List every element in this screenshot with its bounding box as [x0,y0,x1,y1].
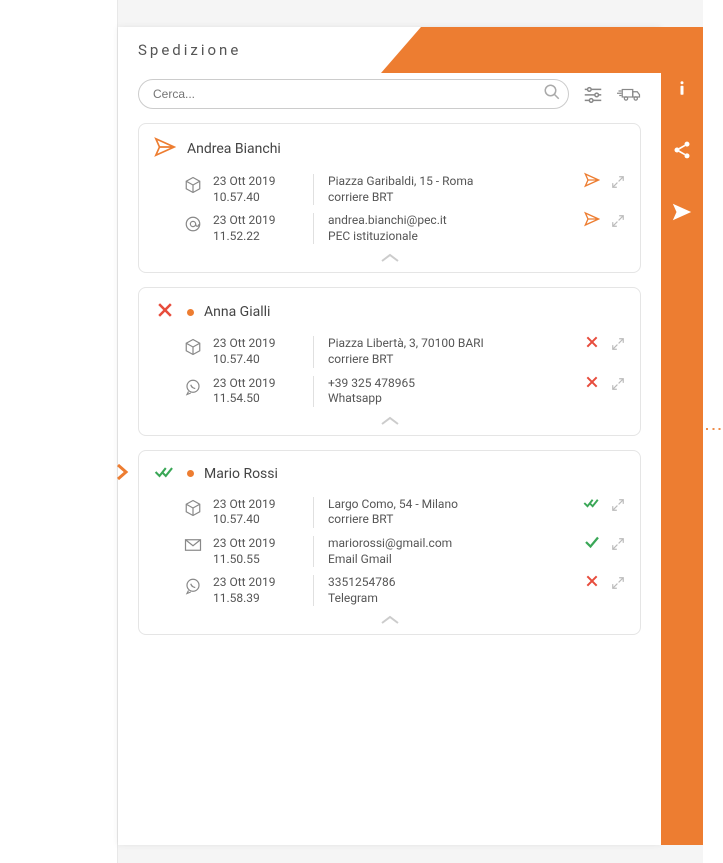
recipient-name: Andrea Bianchi [187,141,281,157]
toolbar [118,73,661,123]
timestamp: 23 Ott 201910.57.40 [213,174,299,205]
divider [313,336,314,367]
search-wrap [138,79,569,109]
delivery-row: 23 Ott 201910.57.40 Piazza Libertà, 3, 70… [153,332,626,371]
delivery-description: +39 325 478965Whatsapp [328,376,574,407]
row-status-icon [584,174,600,190]
row-status-icon [584,376,600,392]
expand-icon[interactable] [610,575,626,591]
delivery-row: 23 Ott 201910.57.40 Largo Como, 54 - Mila… [153,493,626,532]
shipment-card: Mario Rossi 23 Ott 201910.57.40 Largo Como… [138,450,641,636]
right-gutter: ⋮ [703,0,723,863]
collapse-chevron-icon[interactable] [153,411,626,431]
shipment-status-icon [153,136,177,162]
delivery-description: Largo Como, 54 - Milanocorriere BRT [328,497,574,528]
row-actions [584,497,626,513]
panel-title: Spedizione [138,41,241,59]
timestamp: 23 Ott 201911.50.55 [213,536,299,567]
row-status-icon [584,575,600,591]
delivery-row: 23 Ott 201910.57.40 Piazza Garibaldi, 15 … [153,170,626,209]
shipment-card: Anna Gialli 23 Ott 201910.57.40 Piazza Lib… [138,287,641,435]
row-status-icon [584,213,600,229]
row-status-icon [584,497,600,513]
info-icon[interactable] [671,77,693,99]
delivery-row: 23 Ott 201911.50.55 mariorossi@gmail.comE… [153,532,626,571]
delivery-description: mariorossi@gmail.comEmail Gmail [328,536,574,567]
expand-icon[interactable] [610,536,626,552]
divider [313,575,314,606]
mail-icon [153,536,203,552]
row-actions [584,575,626,591]
divider [313,174,314,205]
timestamp: 23 Ott 201910.57.40 [213,336,299,367]
search-icon[interactable] [543,83,561,105]
row-actions [584,376,626,392]
row-actions [584,536,626,552]
expand-icon[interactable] [610,376,626,392]
recipient-name: Mario Rossi [204,466,278,482]
right-sidebar [661,27,703,845]
delivery-description: Piazza Garibaldi, 15 - Romacorriere BRT [328,174,574,205]
at-icon [153,213,203,233]
expand-icon[interactable] [610,497,626,513]
divider [313,536,314,567]
box-icon [153,336,203,356]
delivery-row: 23 Ott 201911.52.22 andrea.bianchi@pec.it… [153,209,626,248]
shipments-panel: Spedizione Andrea Bianchi 23 Ott 201910.5… [118,27,661,845]
bullet-icon [187,309,194,316]
divider [313,376,314,407]
card-header: Mario Rossi [153,463,626,485]
panel-header: Spedizione [118,27,661,73]
shipment-status-icon [153,463,177,485]
divider [313,497,314,528]
chevron-right-icon[interactable] [115,461,129,487]
share-icon[interactable] [671,139,693,161]
delivery-rows: 23 Ott 201910.57.40 Piazza Garibaldi, 15 … [153,170,626,248]
delivery-rows: 23 Ott 201910.57.40 Largo Como, 54 - Mila… [153,493,626,611]
more-dots-icon[interactable]: ⋮ [703,420,723,442]
send-icon[interactable] [671,201,693,223]
row-status-icon [584,336,600,352]
delivery-row: 23 Ott 201911.58.39 3351254786Telegram [153,571,626,610]
shipment-card: Andrea Bianchi 23 Ott 201910.57.40 Piazza … [138,123,641,273]
header-tab-background [381,27,661,73]
expand-icon[interactable] [610,213,626,229]
collapse-chevron-icon[interactable] [153,610,626,630]
shipment-status-icon [153,300,177,324]
search-input[interactable] [138,79,569,109]
timestamp: 23 Ott 201911.54.50 [213,376,299,407]
timestamp: 23 Ott 201911.52.22 [213,213,299,244]
row-actions [584,213,626,229]
row-status-icon [584,536,600,552]
bullet-icon [187,470,194,477]
card-header: Andrea Bianchi [153,136,626,162]
timestamp: 23 Ott 201910.57.40 [213,497,299,528]
expand-icon[interactable] [610,174,626,190]
left-gutter [0,0,118,863]
card-header: Anna Gialli [153,300,626,324]
timestamp: 23 Ott 201911.58.39 [213,575,299,606]
row-actions [584,174,626,190]
truck-icon[interactable] [617,82,641,106]
delivery-row: 23 Ott 201911.54.50 +39 325 478965Whatsap… [153,372,626,411]
collapse-chevron-icon[interactable] [153,248,626,268]
box-icon [153,174,203,194]
delivery-rows: 23 Ott 201910.57.40 Piazza Libertà, 3, 70… [153,332,626,410]
recipient-name: Anna Gialli [204,304,270,320]
whatsapp-icon [153,376,203,396]
delivery-description: 3351254786Telegram [328,575,574,606]
filter-icon[interactable] [581,82,605,106]
divider [313,213,314,244]
delivery-description: andrea.bianchi@pec.itPEC istituzionale [328,213,574,244]
whatsapp-icon [153,575,203,595]
row-actions [584,336,626,352]
expand-icon[interactable] [610,336,626,352]
delivery-description: Piazza Libertà, 3, 70100 BARIcorriere BR… [328,336,574,367]
shipments-list: Andrea Bianchi 23 Ott 201910.57.40 Piazza … [118,123,661,635]
box-icon [153,497,203,517]
